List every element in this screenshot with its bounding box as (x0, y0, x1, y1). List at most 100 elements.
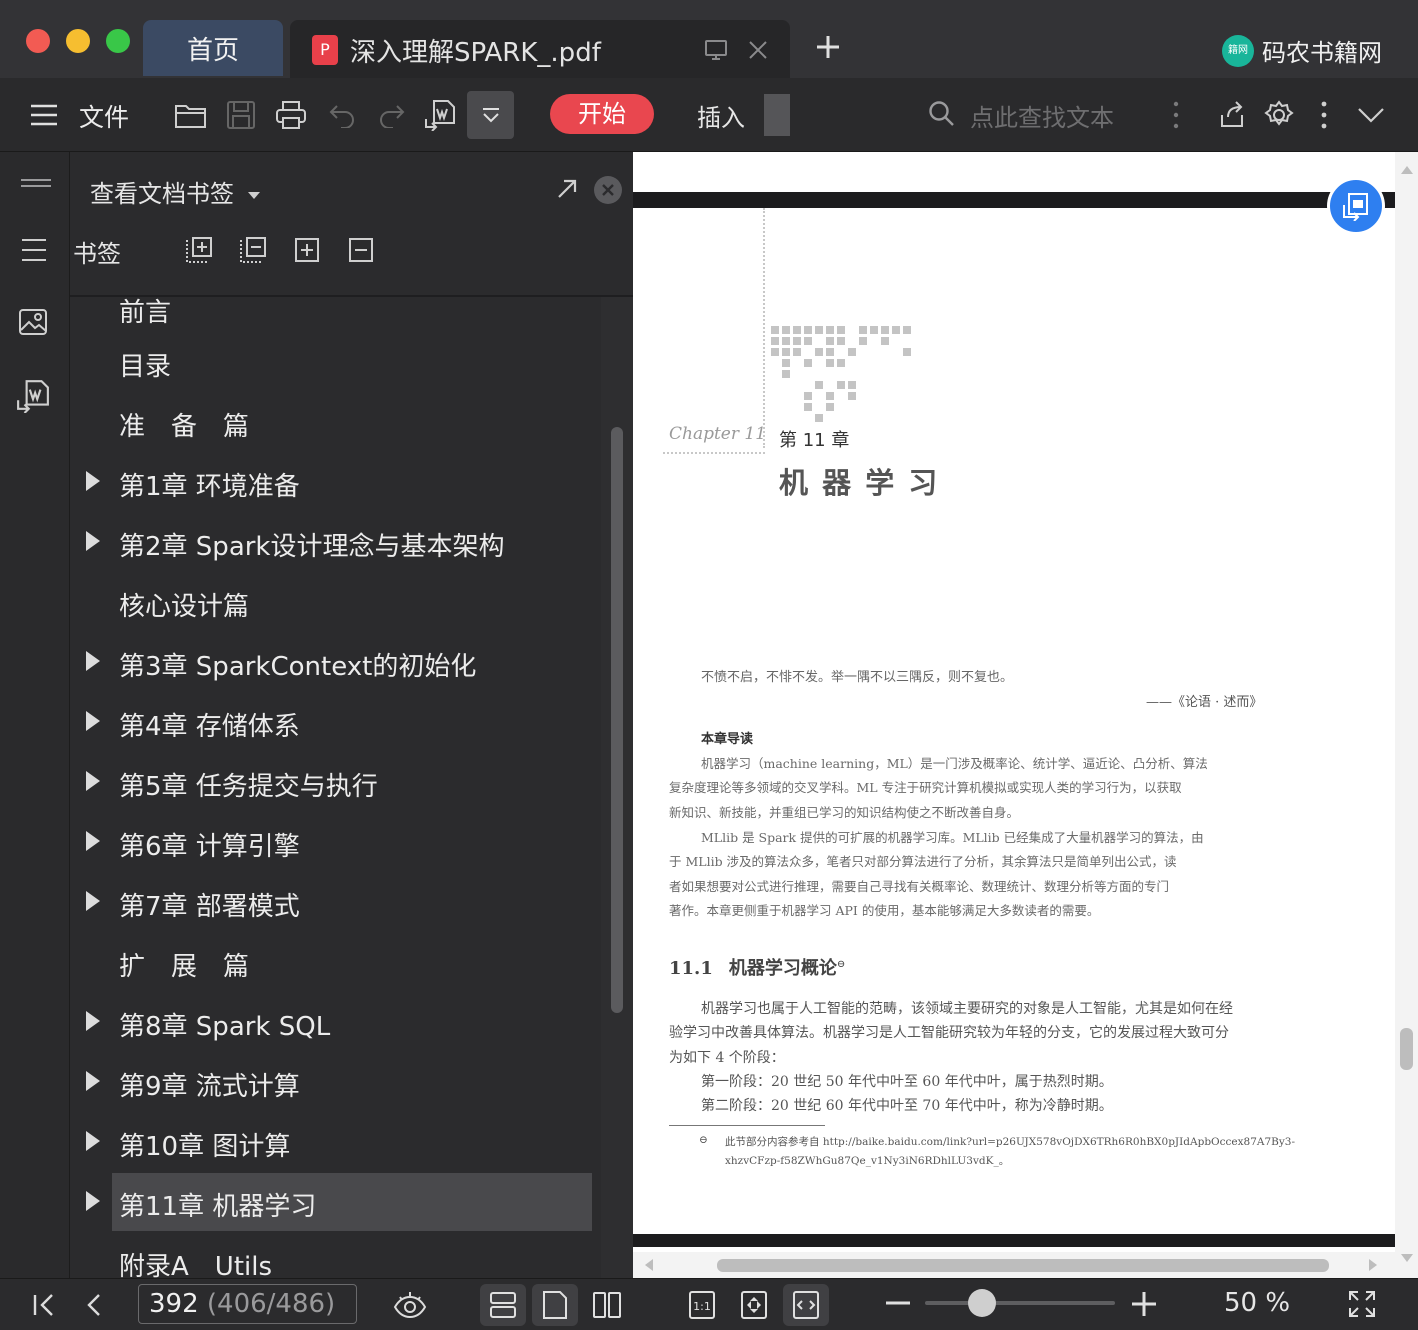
previous-page-icon[interactable] (84, 1293, 104, 1317)
close-window-button[interactable] (26, 29, 50, 53)
bookmark-item[interactable]: 第6章 计算引擎 (70, 813, 600, 871)
bookmark-item[interactable]: 第8章 Spark SQL (70, 993, 600, 1051)
bookmark-item[interactable]: 扩 展 篇 (70, 933, 600, 991)
expand-triangle-icon[interactable] (86, 1131, 100, 1151)
image-panel-icon[interactable] (18, 308, 48, 336)
new-tab-icon[interactable] (815, 34, 841, 60)
expand-triangle-icon[interactable] (86, 651, 100, 671)
close-panel-icon[interactable] (594, 176, 622, 204)
monitor-icon[interactable] (704, 38, 728, 62)
zoom-out-icon[interactable] (886, 1301, 910, 1305)
footnote-line: xhzvCFzp-f58ZWhGu87Qe_v1Ny3iN6RDhlLU3vdK… (725, 1155, 1010, 1167)
horizontal-scroll-thumb[interactable] (717, 1259, 1329, 1272)
save-icon[interactable] (223, 97, 259, 133)
insert-tab-button[interactable]: 插入 (697, 98, 745, 133)
page-number-input[interactable]: 392 (406/486) (138, 1284, 357, 1324)
scroll-up-arrow-icon[interactable] (1401, 166, 1413, 174)
scroll-down-arrow-icon[interactable] (1401, 1254, 1413, 1262)
pdf-convert-icon[interactable] (16, 379, 50, 413)
bookmark-item-label: 扩 展 篇 (119, 952, 250, 982)
settings-gear-icon[interactable] (1261, 97, 1297, 133)
sidebar-scrollbar[interactable] (601, 297, 633, 1278)
fit-width-button[interactable] (783, 1284, 829, 1326)
redo-icon[interactable] (373, 97, 409, 133)
more-options-icon[interactable] (1320, 100, 1328, 130)
add-bookmark-icon[interactable] (293, 236, 321, 264)
sidebar-scroll-thumb[interactable] (611, 427, 623, 1013)
collapse-all-icon[interactable] (239, 236, 267, 264)
fit-page-button[interactable] (731, 1284, 777, 1326)
share-icon[interactable] (1214, 97, 1250, 133)
chevron-down-icon (482, 108, 499, 123)
minimize-window-button[interactable] (66, 29, 90, 53)
actual-size-button[interactable]: 1:1 (679, 1284, 725, 1326)
expand-triangle-icon[interactable] (86, 531, 100, 551)
popout-arrow-icon[interactable] (556, 178, 578, 200)
two-page-button[interactable] (584, 1284, 630, 1326)
scroll-right-arrow-icon[interactable] (1369, 1259, 1377, 1271)
bookmark-list-icon[interactable] (20, 238, 48, 262)
bookmark-item[interactable]: 第9章 流式计算 (70, 1053, 600, 1111)
menu-icon[interactable] (26, 97, 62, 133)
zoom-level[interactable]: 50 % (1224, 1288, 1290, 1318)
bookmark-item-label: 附录A Utils (119, 1252, 273, 1278)
bookmark-item[interactable]: 前言 (70, 297, 600, 337)
expand-all-icon[interactable] (185, 236, 213, 264)
open-folder-icon[interactable] (173, 97, 209, 133)
collapse-toolbar-chevron-icon[interactable] (1353, 97, 1389, 133)
expand-triangle-icon[interactable] (86, 771, 100, 791)
file-menu[interactable]: 文件 (79, 98, 129, 134)
bookmark-item[interactable]: 第2章 Spark设计理念与基本架构 (70, 513, 600, 571)
start-tab-button[interactable]: 开始 (550, 94, 654, 134)
thumbnails-toggle-icon[interactable] (20, 178, 52, 188)
vertical-scroll-thumb[interactable] (1400, 1028, 1413, 1070)
expand-triangle-icon[interactable] (86, 711, 100, 731)
first-page-icon[interactable] (32, 1293, 58, 1317)
brand[interactable]: 籍网 码农书籍网 (1222, 33, 1382, 68)
bookmark-item[interactable]: 准 备 篇 (70, 393, 600, 451)
undo-icon[interactable] (325, 97, 361, 133)
document-horizontal-scrollbar[interactable] (633, 1252, 1395, 1278)
expand-triangle-icon[interactable] (86, 1071, 100, 1091)
bookmark-item[interactable]: 第4章 存储体系 (70, 693, 600, 751)
single-page-button[interactable] (532, 1284, 578, 1326)
bookmark-item[interactable]: 第3章 SparkContext的初始化 (70, 633, 600, 691)
toolbar-overflow-handle[interactable] (764, 94, 790, 136)
scroll-left-arrow-icon[interactable] (645, 1259, 653, 1271)
expand-triangle-icon[interactable] (86, 891, 100, 911)
zoom-window-button[interactable] (106, 29, 130, 53)
bookmark-panel-title[interactable]: 查看文档书签 (90, 174, 260, 209)
close-tab-icon[interactable] (746, 38, 770, 62)
bookmark-item-selected[interactable]: 第11章 机器学习 (86, 1173, 592, 1231)
document-vertical-scrollbar[interactable] (1395, 152, 1418, 1278)
expand-triangle-icon[interactable] (86, 1011, 100, 1031)
expand-triangle-icon[interactable] (86, 471, 100, 491)
zoom-in-icon[interactable] (1131, 1291, 1157, 1317)
bookmark-item[interactable]: 目录 (70, 333, 600, 391)
expand-triangle-icon[interactable] (86, 1191, 100, 1211)
fullscreen-icon[interactable] (1348, 1290, 1376, 1318)
bookmark-item[interactable]: 第10章 图计算 (70, 1113, 600, 1171)
search-input[interactable]: 点此查找文本 (970, 98, 1114, 133)
print-icon[interactable] (273, 97, 309, 133)
remove-bookmark-icon[interactable] (347, 236, 375, 264)
chapter-script-label: Chapter 11 (669, 424, 767, 444)
pdf-to-word-icon[interactable] (422, 97, 458, 133)
bookmark-item[interactable]: 附录A Utils (70, 1233, 600, 1278)
continuous-scroll-button[interactable] (480, 1284, 526, 1326)
zoom-slider-thumb[interactable] (968, 1289, 996, 1317)
main-toolbar: 文件 开始 插入 点此查找文本 (0, 78, 1418, 152)
expand-triangle-icon[interactable] (86, 831, 100, 851)
vertical-dots-icon[interactable] (1172, 100, 1180, 130)
more-tools-dropdown[interactable] (467, 91, 514, 139)
bookmark-item[interactable]: 第1章 环境准备 (70, 453, 600, 511)
bookmark-item[interactable]: 核心设计篇 (70, 573, 600, 631)
floating-convert-button[interactable] (1327, 177, 1385, 235)
zoom-slider[interactable] (925, 1301, 1115, 1305)
document-viewer[interactable]: Chapter 11 第 11 章 机 器 学 习 不愤不启，不悱不发。举一隅不… (633, 152, 1418, 1278)
tab-home[interactable]: 首页 (143, 20, 283, 76)
tab-document[interactable]: P 深入理解SPARK_.pdf (290, 20, 790, 78)
bookmark-item[interactable]: 第5章 任务提交与执行 (70, 753, 600, 811)
bookmark-item[interactable]: 第7章 部署模式 (70, 873, 600, 931)
eye-care-icon[interactable] (392, 1289, 428, 1321)
